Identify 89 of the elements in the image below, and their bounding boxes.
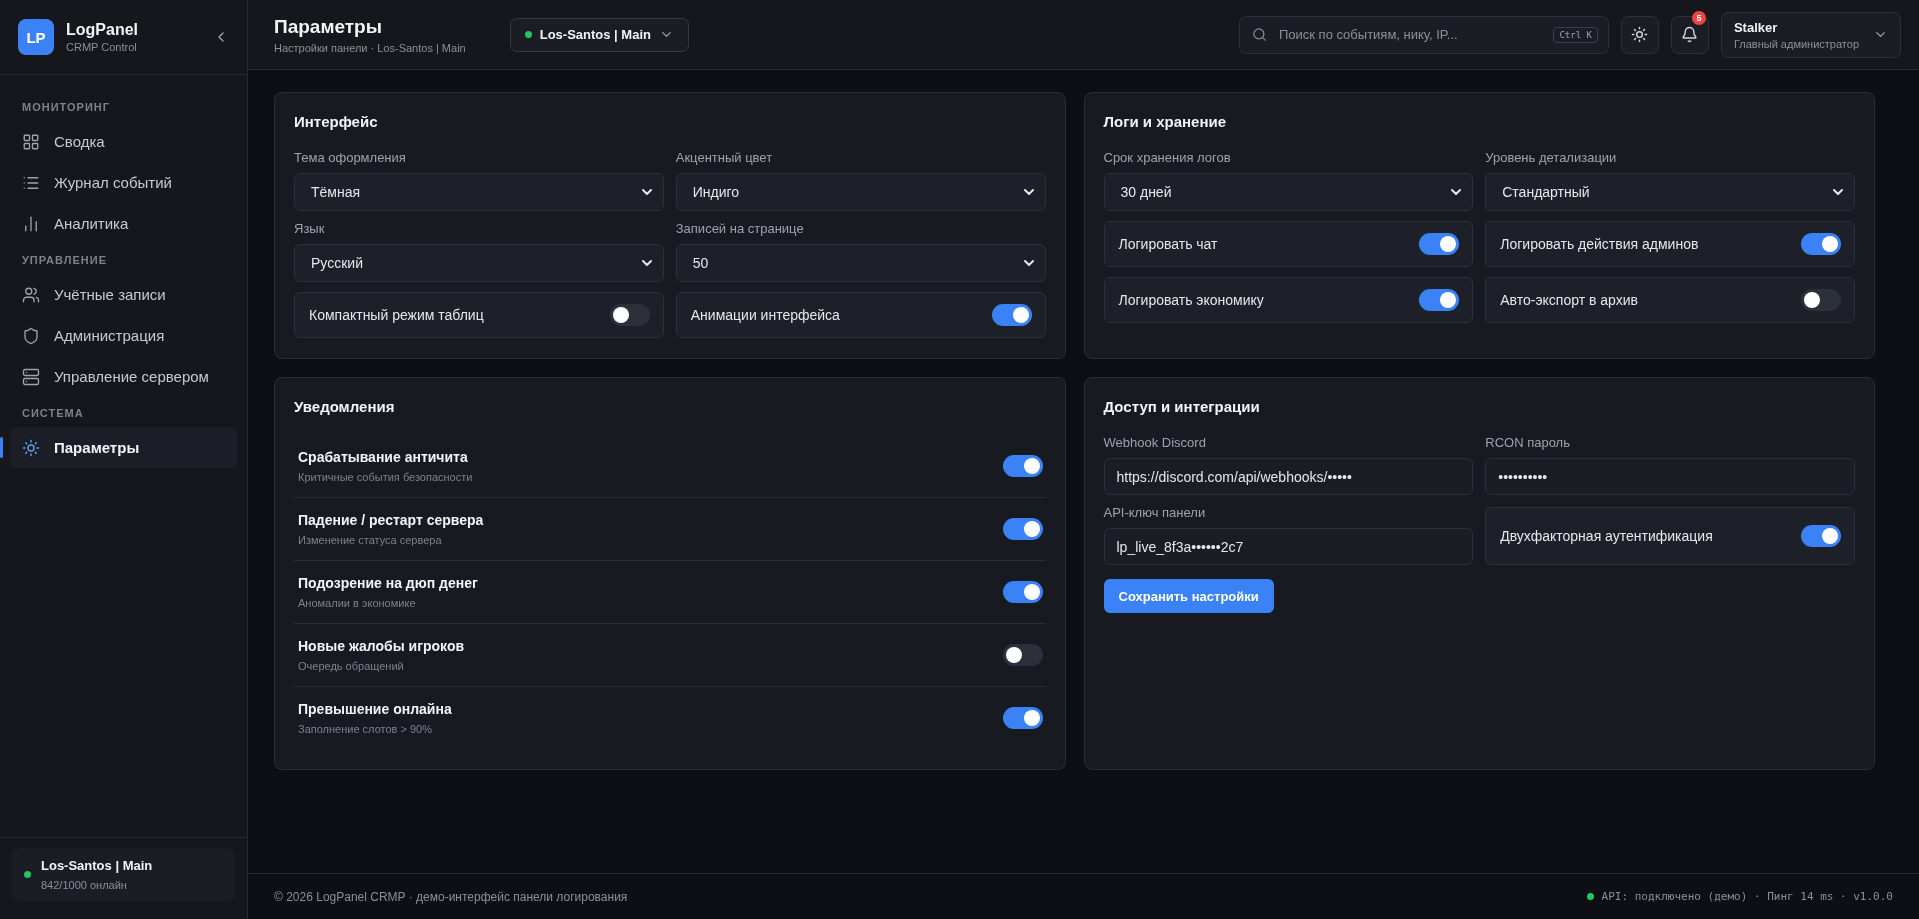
toggle-switch[interactable] bbox=[1801, 289, 1841, 311]
logo: LP bbox=[18, 19, 54, 55]
footer-copyright: © 2026 LogPanel CRMP · демо-интерфейс панели логирования bbox=[274, 889, 628, 904]
toggle-switch[interactable] bbox=[1002, 644, 1043, 666]
users-icon bbox=[22, 285, 40, 304]
save-button[interactable]: Сохранить настройки bbox=[1103, 579, 1274, 613]
notification-description: Заполнение слотов > 90% bbox=[298, 723, 433, 735]
field-label: Записей на странице bbox=[675, 221, 805, 236]
select-field[interactable]: 50 bbox=[675, 244, 1046, 282]
select-field[interactable]: Русский bbox=[294, 244, 664, 282]
nav-group-title: СИСТЕМА bbox=[21, 406, 85, 421]
grid-icon bbox=[22, 132, 40, 151]
sidebar-item[interactable]: Управление сервером bbox=[10, 356, 237, 397]
search-icon bbox=[1251, 27, 1267, 42]
online-count: 842/1000 онлайн bbox=[41, 879, 128, 891]
sidebar-item[interactable]: Сводка bbox=[10, 121, 237, 162]
theme-button[interactable] bbox=[1620, 15, 1659, 54]
field-label: Срок хранения логов bbox=[1103, 150, 1232, 165]
notification-title: Срабатывание античита bbox=[298, 449, 469, 465]
field-label: Тема оформления bbox=[294, 150, 407, 165]
toggle-switch[interactable] bbox=[1002, 581, 1043, 603]
toggle-label: Логировать экономику bbox=[1118, 292, 1264, 308]
toggle-switch[interactable] bbox=[1002, 455, 1043, 477]
user-menu[interactable]: Stalker Главный администратор bbox=[1720, 11, 1901, 58]
notification-description: Аномалии в экономике bbox=[298, 597, 417, 609]
user-name: Stalker bbox=[1733, 19, 1779, 35]
bell-icon bbox=[1681, 26, 1699, 43]
sidebar-item[interactable]: Администрация bbox=[10, 315, 237, 356]
input-field[interactable]: lp_live_8f3a••••••2c7 bbox=[1103, 528, 1474, 565]
field-label: API-ключ панели bbox=[1103, 505, 1207, 520]
card-title: Уведомления bbox=[294, 398, 396, 415]
notification-title: Падение / рестарт сервера bbox=[298, 512, 484, 528]
toggle-label: Компактный режим таблиц bbox=[309, 307, 484, 323]
field-label: Акцентный цвет bbox=[675, 150, 774, 165]
field-label: Webhook Discord bbox=[1103, 435, 1207, 450]
notification-title: Подозрение на дюп денег bbox=[298, 575, 478, 591]
sun-icon bbox=[1631, 26, 1649, 43]
page-subtitle: Настройки панели · Los-Santos | Main bbox=[274, 41, 466, 54]
server-card[interactable]: Los-Santos | Main 842/1000 онлайн bbox=[12, 848, 235, 901]
card-title: Интерфейс bbox=[294, 113, 379, 130]
notification-title: Превышение онлайна bbox=[298, 701, 452, 717]
toggle-label: Логировать действия админов bbox=[1500, 236, 1699, 252]
nav-group-title: УПРАВЛЕНИЕ bbox=[21, 253, 108, 268]
toggle-label: Логировать чат bbox=[1118, 236, 1218, 252]
field-label: Язык bbox=[294, 221, 326, 236]
toggle-switch[interactable] bbox=[1419, 233, 1460, 255]
toggle-switch[interactable] bbox=[1002, 518, 1043, 540]
notification-badge: 5 bbox=[1691, 10, 1706, 25]
toggle-switch[interactable] bbox=[1801, 233, 1841, 255]
server-selector[interactable]: Los-Santos | Main bbox=[509, 17, 689, 52]
notification-description: Очередь обращений bbox=[298, 660, 405, 672]
shortcut-hint: Ctrl K bbox=[1553, 26, 1598, 43]
sun-icon bbox=[22, 438, 40, 457]
server-icon bbox=[22, 367, 40, 386]
toggle-label: Анимации интерфейса bbox=[690, 307, 840, 323]
notification-description: Изменение статуса сервера bbox=[298, 534, 443, 546]
select-field[interactable]: 30 дней bbox=[1103, 173, 1474, 211]
notification-title: Новые жалобы игроков bbox=[298, 638, 465, 654]
brand-name: LogPanel bbox=[66, 21, 139, 39]
sidebar-item[interactable]: Учётные записи bbox=[10, 274, 237, 315]
nav-group-title: МОНИТОРИНГ bbox=[21, 100, 111, 115]
brand-tagline: CRMP Control bbox=[66, 41, 138, 53]
toggle-switch[interactable] bbox=[609, 304, 650, 326]
toggle-switch[interactable] bbox=[1801, 525, 1841, 547]
api-status: API: подключено (демо) · Пинг 14 ms · v1.0.0 bbox=[1601, 890, 1893, 903]
card-title: Логи и хранение bbox=[1103, 113, 1228, 130]
toggle-switch[interactable] bbox=[1002, 707, 1043, 729]
user-role: Главный администратор bbox=[1733, 37, 1859, 50]
select-field[interactable]: Стандартный bbox=[1485, 173, 1855, 211]
sidebar-item[interactable]: Аналитика bbox=[10, 203, 237, 244]
sidebar-item[interactable]: Журнал событий bbox=[10, 162, 237, 203]
select-field[interactable]: Тёмная bbox=[294, 173, 664, 211]
input-field[interactable]: https://discord.com/api/webhooks/••••• bbox=[1103, 458, 1474, 495]
select-field[interactable]: Индиго bbox=[675, 173, 1046, 211]
toggle-switch[interactable] bbox=[991, 304, 1032, 326]
input-field[interactable]: •••••••••• bbox=[1485, 458, 1855, 495]
search-field[interactable]: Поиск по событиям, нику, IP... bbox=[1276, 26, 1544, 43]
server-name: Los-Santos | Main bbox=[41, 858, 153, 873]
page-title: Параметры bbox=[274, 15, 383, 38]
shield-icon bbox=[22, 326, 40, 345]
card-title: Доступ и интеграции bbox=[1103, 398, 1261, 415]
toggle-label: Двухфакторная аутентификация bbox=[1500, 528, 1713, 544]
toggle-switch[interactable] bbox=[1419, 289, 1460, 311]
toggle-label: Авто-экспорт в архив bbox=[1500, 292, 1638, 308]
field-label: Уровень детализации bbox=[1485, 150, 1618, 165]
bar-chart-icon bbox=[22, 214, 40, 233]
field-label: RCON пароль bbox=[1485, 435, 1571, 450]
notification-description: Критичные события безопасности bbox=[298, 471, 473, 483]
search-bar[interactable]: Поиск по событиям, нику, IP... Ctrl K bbox=[1238, 15, 1609, 54]
